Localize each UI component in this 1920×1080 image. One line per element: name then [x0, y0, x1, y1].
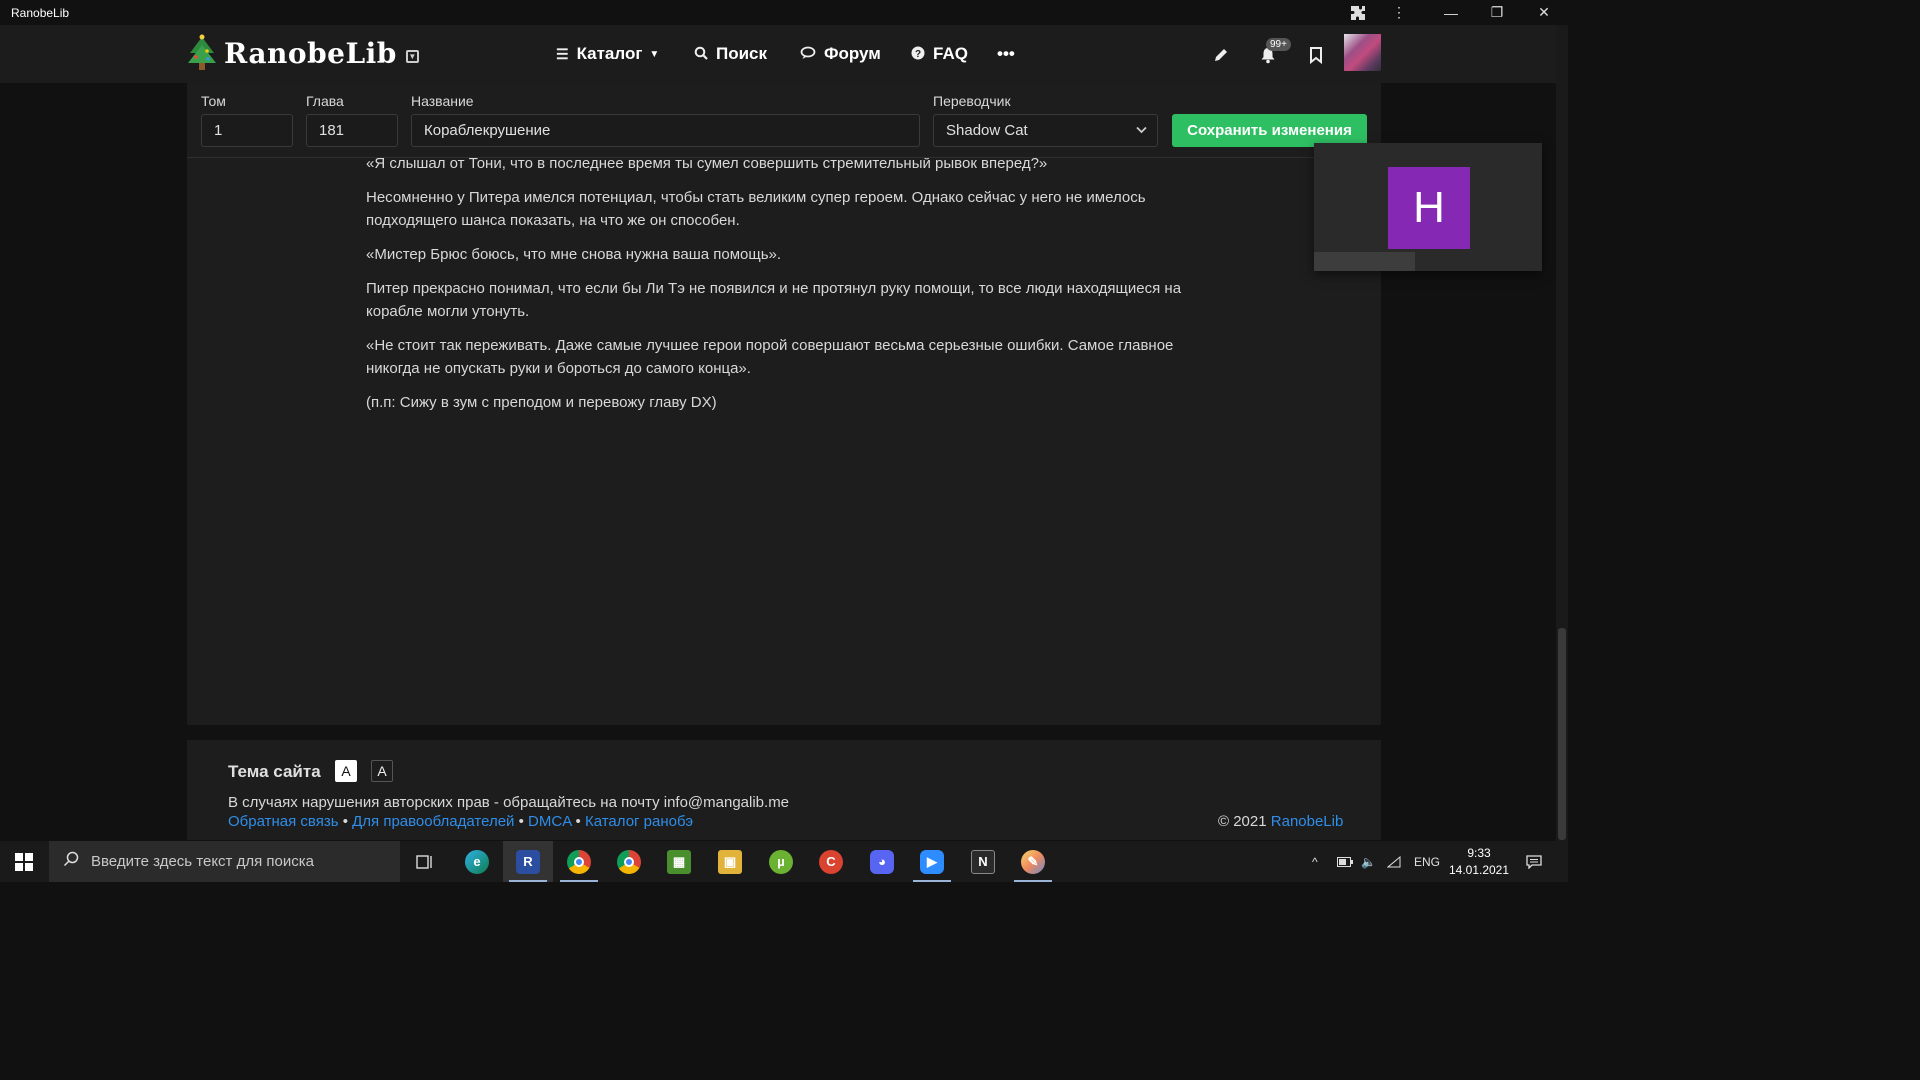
restore-icon[interactable]: ❐ — [1474, 0, 1520, 25]
nav-search-label: Поиск — [716, 44, 768, 63]
title-input[interactable]: Кораблекрушение — [411, 114, 920, 147]
browser-menu-icon[interactable]: ⋮ — [1376, 0, 1422, 25]
popup-avatar[interactable]: H — [1388, 167, 1470, 249]
search-placeholder: Введите здесь текст для поиска — [91, 853, 314, 870]
window-titlebar: RanobeLib ⋮ — ❐ ✕ — [0, 0, 1568, 25]
translator-value: Shadow Cat — [946, 122, 1028, 139]
separator: • — [575, 813, 581, 830]
chevron-down-icon: ▼ — [649, 48, 660, 60]
chevron-down-icon — [1136, 123, 1147, 137]
chapter-label: Глава — [306, 93, 344, 109]
edge-icon[interactable]: e — [452, 841, 502, 882]
taskbar: Введите здесь текст для поиска e R ▦ ▣ µ… — [0, 841, 1568, 882]
title-label: Название — [411, 93, 474, 109]
window-title: RanobeLib — [11, 5, 70, 20]
user-avatar[interactable] — [1344, 34, 1381, 71]
theme-light-button[interactable]: A — [335, 760, 357, 782]
theme-dark-button[interactable]: A — [371, 760, 393, 782]
nav-faq-label: FAQ — [933, 44, 968, 63]
paragraph: Питер прекрасно понимал, что если бы Ли … — [366, 280, 1182, 320]
task-view-icon[interactable] — [400, 841, 450, 882]
taskbar-search-box[interactable]: Введите здесь текст для поиска — [49, 841, 400, 882]
nav-forum[interactable]: Форум — [800, 25, 881, 83]
nav-catalog[interactable]: ☰ Каталог ▼ — [556, 25, 659, 83]
chapter-text: «Я слышал от Тони, что в последнее время… — [366, 152, 1186, 425]
notification-badge: 99+ — [1266, 38, 1291, 51]
paragraph: «Не стоит так переживать. Даже самые луч… — [366, 337, 1174, 377]
chapter-input[interactable]: 181 — [306, 114, 398, 147]
volume-icon[interactable]: 🔈 — [1361, 841, 1376, 882]
help-icon: ? — [911, 46, 925, 63]
volume-input[interactable]: 1 — [201, 114, 293, 147]
rightsholders-link[interactable]: Для правообладателей — [352, 813, 514, 830]
ccleaner-icon[interactable]: C — [806, 841, 856, 882]
copyright-notice: В случаях нарушения авторских прав - обр… — [228, 794, 790, 811]
volume-label: Том — [201, 93, 226, 109]
separator: • — [342, 813, 348, 830]
feedback-link[interactable]: Обратная связь — [228, 813, 339, 830]
chrome-profile-icon[interactable] — [604, 841, 654, 882]
theme-label: Тема сайта — [228, 762, 321, 781]
wifi-icon[interactable] — [1387, 841, 1401, 882]
nav-faq[interactable]: ? FAQ — [911, 25, 968, 83]
popup-progress-bar — [1314, 252, 1415, 271]
ranobelib-link[interactable]: RanobeLib — [1271, 813, 1344, 830]
logo-text: RanobeLib — [224, 36, 397, 70]
user-popup: H — [1314, 143, 1542, 271]
christmas-tree-icon — [188, 34, 216, 70]
nav-catalog-label: Каталог — [576, 44, 643, 63]
translator-label: Переводчик — [933, 93, 1011, 109]
taskbar-clock[interactable]: 9:33 14.01.2021 — [1448, 845, 1510, 879]
zoom-icon[interactable]: ▶ — [907, 841, 957, 882]
action-center-icon[interactable] — [1526, 841, 1542, 882]
chrome-icon[interactable] — [554, 841, 604, 882]
minimize-icon[interactable]: — — [1428, 0, 1474, 25]
more-icon: ••• — [997, 44, 1015, 63]
copyright: © 2021 RanobeLib — [1218, 813, 1343, 830]
paint-icon[interactable]: ✎ — [1008, 841, 1058, 882]
browser-app-icon[interactable]: R — [503, 841, 553, 882]
bookmark-icon[interactable] — [1305, 44, 1327, 66]
copyright-prefix: © 2021 — [1218, 813, 1267, 830]
tray-overflow-icon[interactable]: ^ — [1312, 841, 1318, 882]
separator: • — [518, 813, 524, 830]
spreadsheet-icon[interactable]: ▦ — [654, 841, 704, 882]
pencil-icon[interactable] — [1210, 44, 1232, 66]
search-icon — [63, 851, 79, 872]
catalog-link[interactable]: Каталог ранобэ — [585, 813, 693, 830]
nav-search[interactable]: Поиск — [694, 25, 767, 83]
paragraph: (п.п: Сижу в зум с преподом и перевожу г… — [366, 394, 717, 411]
clock-time: 9:33 — [1467, 846, 1491, 860]
paragraph: Несомненно у Питера имелся потенциал, чт… — [366, 189, 1146, 229]
clock-date: 14.01.2021 — [1448, 863, 1510, 877]
extensions-icon[interactable] — [1335, 0, 1381, 25]
dmca-link[interactable]: DMCA — [528, 813, 571, 830]
menu-icon: ☰ — [556, 45, 569, 62]
utorrent-icon[interactable]: µ — [756, 841, 806, 882]
discord-icon[interactable]: ◕ — [857, 841, 907, 882]
site-logo[interactable]: RanobeLib ▼ — [186, 33, 419, 73]
image-viewer-icon[interactable]: ▣ — [705, 841, 755, 882]
language-indicator[interactable]: ENG — [1414, 841, 1440, 882]
scrollbar-thumb[interactable] — [1558, 628, 1566, 840]
search-icon — [694, 46, 708, 63]
translator-select[interactable]: Shadow Cat — [933, 114, 1158, 147]
svg-text:?: ? — [915, 49, 921, 60]
windows-start-icon[interactable] — [0, 841, 48, 882]
logo-dropdown-icon[interactable]: ▼ — [405, 49, 419, 63]
paragraph: «Мистер Брюс боюсь, что мне снова нужна … — [366, 246, 782, 263]
nav-more[interactable]: ••• — [997, 25, 1015, 83]
footer-links: Обратная связь • Для правообладателей • … — [228, 813, 693, 830]
chat-icon — [800, 46, 816, 63]
close-icon[interactable]: ✕ — [1521, 0, 1567, 25]
battery-icon[interactable] — [1337, 841, 1353, 882]
nav-forum-label: Форум — [824, 44, 881, 63]
notion-icon[interactable]: N — [958, 841, 1008, 882]
